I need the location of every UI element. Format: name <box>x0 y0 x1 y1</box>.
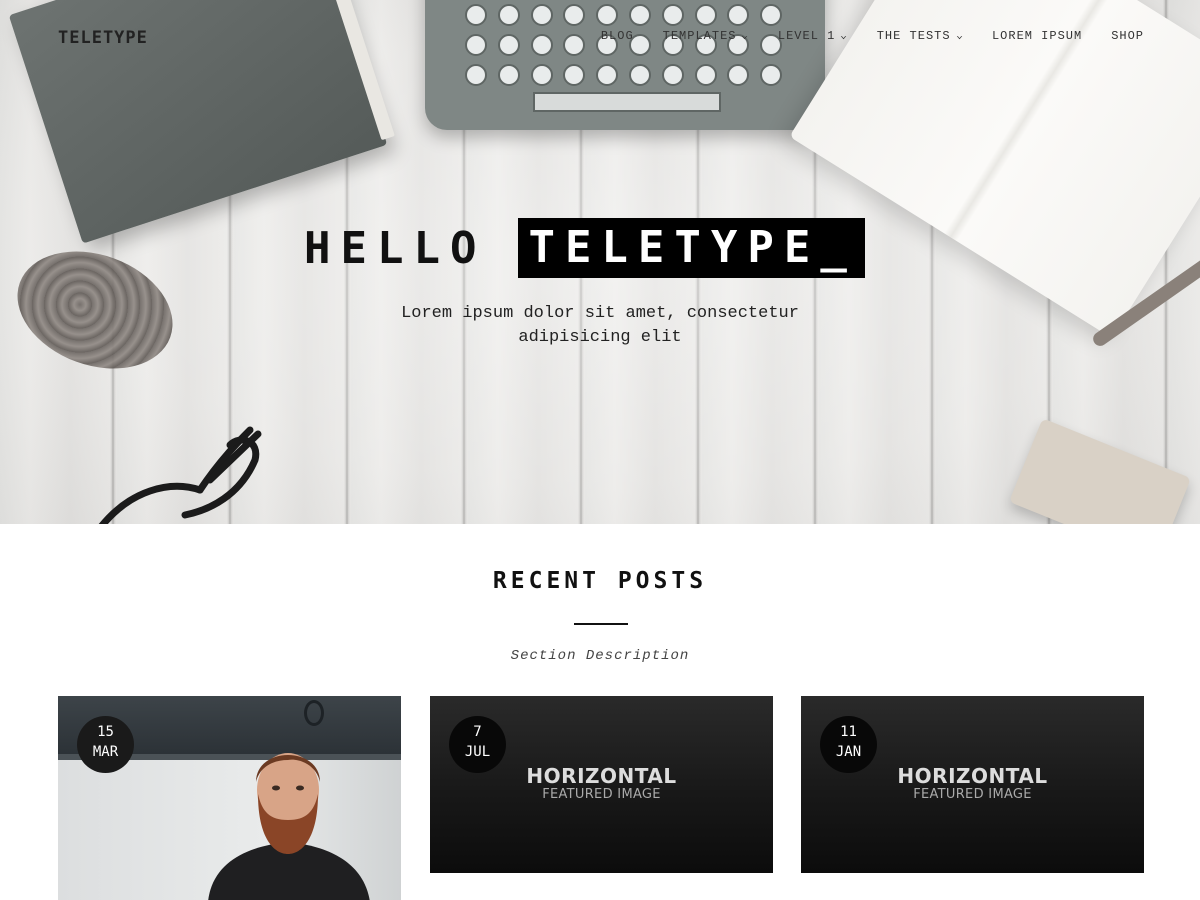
chevron-down-icon: ⌄ <box>840 31 849 41</box>
post-card[interactable]: 15 MAR <box>58 696 401 900</box>
chevron-down-icon: ⌄ <box>955 31 964 41</box>
eraser-image <box>1008 418 1192 524</box>
post-date-month: JAN <box>835 744 862 760</box>
site-logo[interactable]: TELETYPE <box>58 28 148 48</box>
notebook-image <box>789 0 1200 338</box>
placeholder-image-subtitle: FEATURED IMAGE <box>913 787 1032 802</box>
chevron-down-icon: ⌄ <box>741 31 750 41</box>
nav-item-templates[interactable]: TEMPLATES ⌄ <box>663 29 749 43</box>
nav-item-the-tests[interactable]: THE TESTS ⌄ <box>877 29 963 43</box>
post-date-badge: 11 JAN <box>820 716 877 773</box>
eyeglasses-image <box>98 426 262 524</box>
hero-title: HELLO TELETYPE_ <box>304 218 865 278</box>
post-date-day: 11 <box>840 724 857 740</box>
hero-title-highlight: TELETYPE_ <box>518 218 865 278</box>
post-date-month: MAR <box>92 744 119 760</box>
nav-label: BLOG <box>600 29 634 43</box>
post-date-day: 7 <box>473 724 482 740</box>
post-date-day: 15 <box>97 724 114 740</box>
post-date-month: JUL <box>464 744 491 760</box>
nav-item-lorem-ipsum[interactable]: LOREM IPSUM <box>992 29 1082 43</box>
section-divider <box>574 623 628 625</box>
post-card[interactable]: 11 JAN HORIZONTAL FEATURED IMAGE <box>801 696 1144 873</box>
hero-subtitle-line: Lorem ipsum dolor sit amet, consectetur <box>401 304 799 323</box>
section-title: RECENT POSTS <box>492 568 708 594</box>
nav-label: SHOP <box>1111 29 1144 43</box>
hero-title-plain: HELLO <box>304 222 487 274</box>
pinecone-image <box>1 230 189 390</box>
hero-subtitle-line: adipisicing elit <box>518 328 682 347</box>
nav-item-shop[interactable]: SHOP <box>1111 29 1144 43</box>
nav-item-blog[interactable]: BLOG <box>601 29 634 43</box>
section-description: Section Description <box>510 648 690 664</box>
nav-item-level-1[interactable]: LEVEL 1 ⌄ <box>778 29 848 43</box>
post-date-badge: 15 MAR <box>77 716 134 773</box>
main-nav: BLOG TEMPLATES ⌄ LEVEL 1 ⌄ THE TESTS ⌄ L… <box>572 29 1144 43</box>
post-card[interactable]: 7 JUL HORIZONTAL FEATURED IMAGE <box>430 696 773 873</box>
door-ring <box>304 700 324 726</box>
placeholder-image-subtitle: FEATURED IMAGE <box>542 787 661 802</box>
post-image-man-photo <box>208 753 370 900</box>
nav-label: THE TESTS <box>876 29 951 43</box>
typewriter-image <box>425 0 825 130</box>
nav-label: TEMPLATES <box>662 29 737 43</box>
nav-label: LEVEL 1 <box>777 29 836 43</box>
post-date-badge: 7 JUL <box>449 716 506 773</box>
nav-label: LOREM IPSUM <box>991 29 1083 43</box>
hero-subtitle: Lorem ipsum dolor sit amet, consectetur … <box>360 302 840 350</box>
